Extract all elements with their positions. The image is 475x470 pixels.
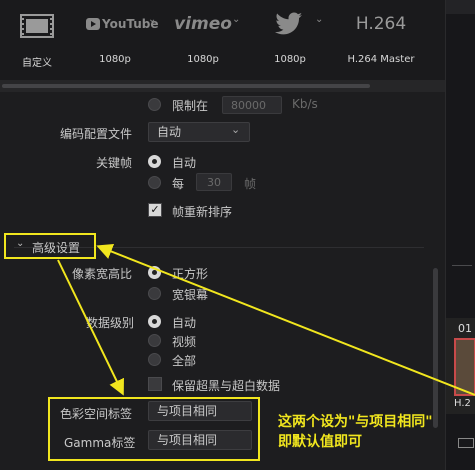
annotation-arrows [57,243,475,396]
annotation-line-1: 这两个设为"与项目相同" [278,414,433,430]
annotation-text: 这两个设为"与项目相同" 即默认值即可 [278,412,433,452]
annotation-line-2: 即默认值即可 [278,434,362,450]
arrow-to-color-tags [57,259,124,396]
arrow-to-advanced-settings [96,243,475,396]
